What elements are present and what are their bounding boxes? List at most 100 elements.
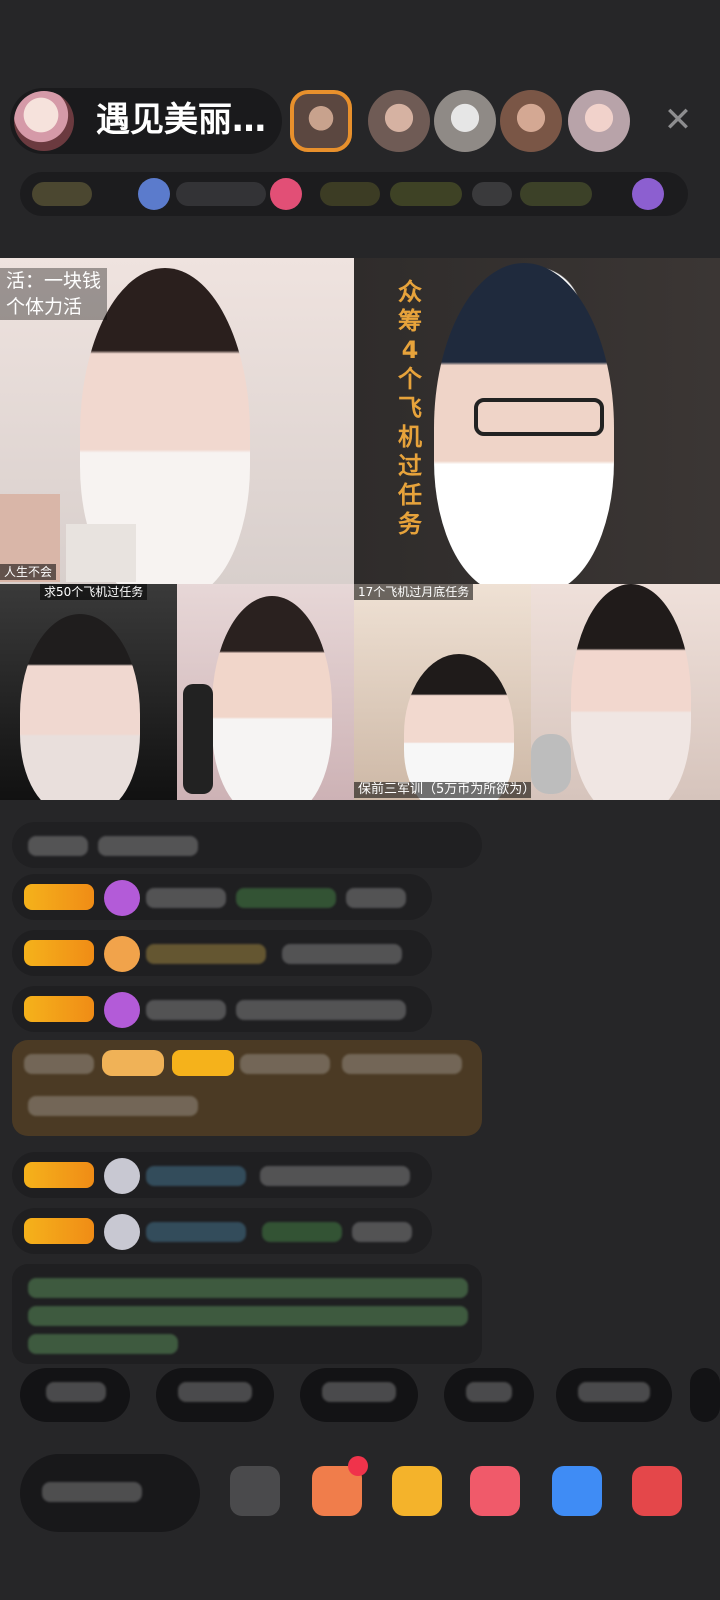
gift-icon[interactable]	[632, 1466, 682, 1516]
streamer-figure	[571, 584, 691, 800]
info-chip	[176, 182, 266, 206]
tile-vertical-text: 众 筹 4 个 飞 机 过 任 务	[398, 278, 422, 538]
highlight-message[interactable]	[12, 1040, 482, 1136]
notification-dot	[348, 1456, 368, 1476]
badge-icon[interactable]	[632, 178, 664, 210]
info-chip[interactable]	[32, 182, 92, 206]
quick-reply-chip[interactable]	[556, 1368, 672, 1422]
comment-input[interactable]	[20, 1454, 200, 1532]
quick-reply-chip[interactable]	[20, 1368, 130, 1422]
bottom-bar	[0, 1448, 720, 1548]
chat-text	[28, 1278, 468, 1298]
gem-icon	[104, 880, 140, 916]
chat-text	[28, 836, 88, 856]
chat-username[interactable]	[146, 1000, 226, 1020]
streamer-figure	[404, 654, 514, 800]
tile-bottom-caption: 保前三军训（5万币为所欲为）	[354, 782, 531, 798]
chat-message[interactable]	[12, 822, 482, 868]
video-tile[interactable]: 17个飞机过月底任务 保前三军训（5万币为所欲为）	[354, 584, 531, 800]
level-badge	[24, 1218, 94, 1244]
glasses	[474, 398, 604, 436]
video-tile[interactable]: 活：一块钱 个体力活 人生不会	[0, 258, 354, 584]
heart-icon[interactable]	[470, 1466, 520, 1516]
chat-text	[346, 888, 406, 908]
chat-text	[342, 1054, 462, 1074]
emoji-icon[interactable]	[230, 1466, 280, 1516]
chat-text	[28, 1334, 178, 1354]
video-tile[interactable]	[177, 584, 354, 800]
gem-icon	[104, 992, 140, 1028]
chat-message[interactable]	[12, 1152, 432, 1198]
quick-reply-chip[interactable]	[444, 1368, 534, 1422]
chat-username[interactable]	[240, 1054, 330, 1074]
video-tile[interactable]: 求50个飞机过任务	[0, 584, 177, 800]
video-grid: 活：一块钱 个体力活 人生不会 众 筹 4 个 飞 机 过 任 务 求50个飞机…	[0, 258, 720, 816]
tile-caption: 活：一块钱 个体力活	[0, 268, 108, 320]
chat-message[interactable]	[12, 986, 432, 1032]
host-avatar[interactable]	[14, 91, 74, 151]
chat-username[interactable]	[146, 1222, 246, 1242]
chat-text	[282, 944, 402, 964]
viewer-avatar[interactable]	[568, 90, 630, 152]
quick-reply-chip[interactable]	[156, 1368, 274, 1422]
info-icon[interactable]	[138, 178, 170, 210]
streamer-figure	[212, 596, 332, 800]
small-drawing	[66, 524, 136, 582]
chat-text	[236, 1000, 406, 1020]
viewer-avatar[interactable]	[434, 90, 496, 152]
level-badge	[172, 1050, 234, 1076]
avatar	[104, 936, 140, 972]
chat-username[interactable]	[146, 944, 266, 964]
vip-badge	[102, 1050, 164, 1076]
chat-username[interactable]	[146, 888, 226, 908]
system-message	[12, 1264, 482, 1364]
chat-message[interactable]	[12, 1208, 432, 1254]
chat-text	[236, 888, 336, 908]
chat-text	[260, 1166, 410, 1186]
quick-reply-text	[322, 1382, 396, 1402]
chat-username[interactable]	[146, 1166, 246, 1186]
info-chip[interactable]	[390, 182, 462, 206]
viewer-avatar[interactable]	[368, 90, 430, 152]
level-badge	[24, 1162, 94, 1188]
avatar	[104, 1214, 140, 1250]
avatar	[104, 1158, 140, 1194]
chat-text	[28, 1096, 198, 1116]
tile-caption: 求50个飞机过任务	[40, 584, 148, 600]
chat-text	[352, 1222, 412, 1242]
info-chip[interactable]	[320, 182, 380, 206]
message-icon[interactable]	[552, 1466, 602, 1516]
quick-reply-text	[46, 1382, 106, 1402]
quick-reply-chip[interactable]	[690, 1368, 720, 1422]
host-info[interactable]: 遇见美丽…	[10, 88, 282, 154]
level-badge	[24, 996, 94, 1022]
host-name[interactable]: 遇见美丽…	[96, 100, 266, 140]
info-chip	[472, 182, 512, 206]
quick-reply-row	[0, 1368, 720, 1422]
chat-text	[98, 836, 198, 856]
chat-text	[24, 1054, 94, 1074]
info-chip[interactable]	[520, 182, 592, 206]
viewer-avatar[interactable]	[500, 90, 562, 152]
level-badge	[24, 884, 94, 910]
gift-box-icon[interactable]	[392, 1466, 442, 1516]
quick-reply-chip[interactable]	[300, 1368, 418, 1422]
quick-reply-text	[178, 1382, 252, 1402]
level-badge	[24, 940, 94, 966]
chat-text	[262, 1222, 342, 1242]
quick-reply-text	[466, 1382, 512, 1402]
microphone	[183, 684, 213, 794]
microphone	[531, 734, 571, 794]
chat-message[interactable]	[12, 930, 432, 976]
gift-icon[interactable]	[270, 178, 302, 210]
tile-caption: 17个飞机过月底任务	[354, 584, 474, 600]
chat-text	[28, 1306, 468, 1326]
top-bar: 遇见美丽… ✕	[0, 80, 720, 160]
info-row	[20, 172, 688, 216]
chat-message[interactable]	[12, 874, 432, 920]
quick-reply-text	[578, 1382, 650, 1402]
viewer-avatar[interactable]	[290, 90, 352, 152]
tile-sub-caption: 人生不会	[0, 564, 57, 580]
video-tile[interactable]	[531, 584, 720, 800]
close-icon[interactable]: ✕	[658, 100, 698, 140]
